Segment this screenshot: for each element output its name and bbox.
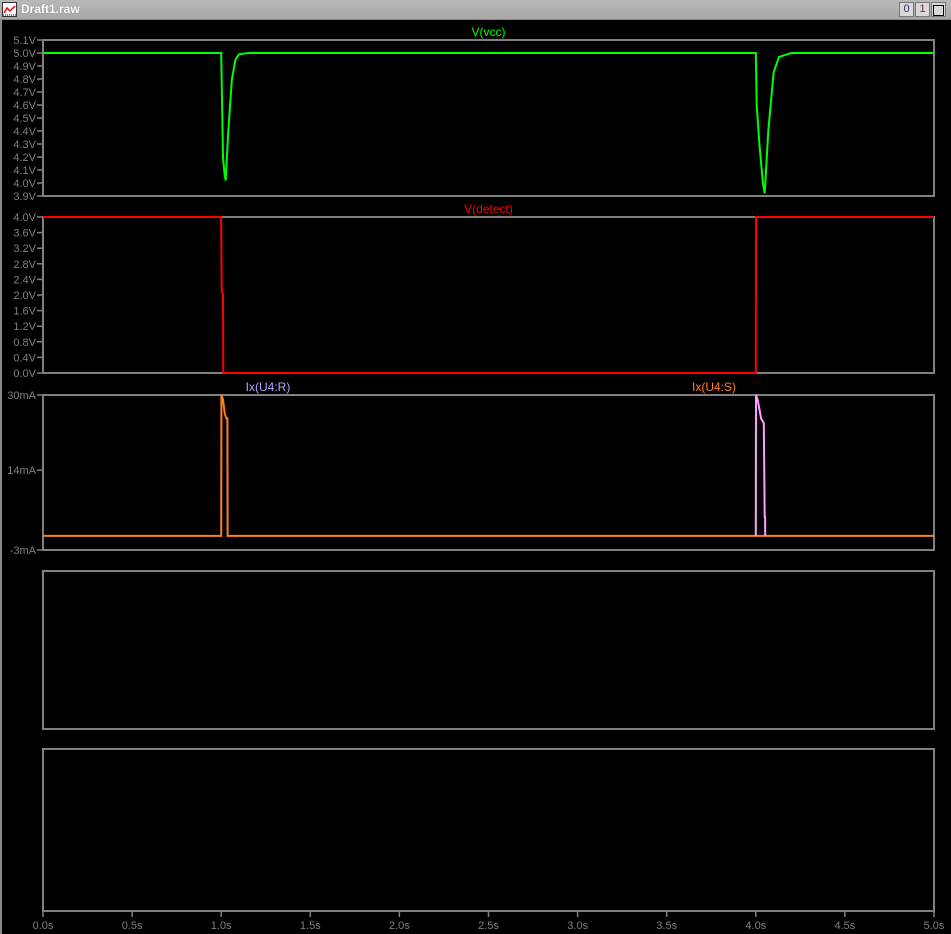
y-tick-label: 0.0V	[13, 368, 36, 380]
x-tick-label: 1.0s	[211, 920, 232, 932]
x-tick-label: 5.0s	[924, 920, 945, 932]
y-tick-label: 4.0V	[13, 178, 36, 190]
x-tick-label: 1.5s	[300, 920, 321, 932]
trace-label: V(vcc)	[472, 25, 506, 39]
maximize-icon	[933, 5, 944, 16]
trace-label: V(detect)	[464, 202, 513, 216]
pane-frame-4	[42, 570, 935, 730]
trace-v-detect-	[43, 216, 934, 374]
x-tick-label: 4.5s	[835, 920, 856, 932]
trace-label: Ix(U4:R)	[246, 380, 291, 394]
window-title: Draft1.raw	[21, 2, 80, 16]
y-tick-label: 4.0V	[13, 212, 36, 224]
waveform-app-icon	[2, 2, 17, 17]
y-tick-label: 1.2V	[13, 321, 36, 333]
y-tick-label: 5.0V	[13, 48, 36, 60]
y-tick-label: 1.6V	[13, 306, 36, 318]
y-tick-label: -3mA	[10, 545, 37, 557]
y-tick-label: 4.8V	[13, 74, 36, 86]
y-tick-label: 4.3V	[13, 139, 36, 151]
y-tick-label: 14mA	[7, 465, 36, 477]
y-tick-label: 2.4V	[13, 274, 36, 286]
x-tick-label: 0.0s	[33, 920, 54, 932]
x-tick-label: 3.0s	[567, 920, 588, 932]
y-tick-label: 0.4V	[13, 352, 36, 364]
y-tick-label: 2.8V	[13, 259, 36, 271]
trace-v-vcc-	[43, 52, 934, 194]
y-tick-label: 3.2V	[13, 243, 36, 255]
pane-frame-3	[42, 394, 935, 551]
y-tick-label: 4.2V	[13, 152, 36, 164]
trace-ix-u4-s-	[754, 394, 767, 536]
pane-frame-2	[42, 216, 935, 374]
y-tick-label: 4.6V	[13, 100, 36, 112]
x-tick-label: 3.5s	[656, 920, 677, 932]
y-tick-label: 4.5V	[13, 113, 36, 125]
y-tick-label: 4.4V	[13, 126, 36, 138]
trace-ix-u4-r-	[43, 394, 934, 537]
y-tick-label: 5.1V	[13, 35, 36, 47]
maximize-button[interactable]	[931, 2, 946, 17]
minimize-button[interactable]: 0	[899, 2, 914, 17]
y-tick-label: 3.6V	[13, 228, 36, 240]
pane-frame-5	[42, 748, 935, 912]
x-tick-label: 2.5s	[478, 920, 499, 932]
pane-frame-1	[42, 39, 935, 197]
x-tick-label: 2.0s	[389, 920, 410, 932]
trace-label: Ix(U4:S)	[692, 380, 736, 394]
y-tick-label: 30mA	[7, 390, 36, 402]
y-tick-label: 4.9V	[13, 61, 36, 73]
x-tick-label: 0.5s	[122, 920, 143, 932]
restore-button[interactable]: 1	[915, 2, 930, 17]
y-tick-label: 4.7V	[13, 87, 36, 99]
y-tick-label: 2.0V	[13, 290, 36, 302]
waveform-plot-area[interactable]: 5.1V5.0V4.9V4.8V4.7V4.6V4.5V4.4V4.3V4.2V…	[0, 20, 951, 934]
y-tick-label: 0.8V	[13, 337, 36, 349]
x-tick-label: 4.0s	[745, 920, 766, 932]
window-title-bar[interactable]: Draft1.raw 0 1	[0, 0, 951, 20]
y-tick-label: 4.1V	[13, 165, 36, 177]
y-tick-label: 3.9V	[13, 191, 36, 203]
